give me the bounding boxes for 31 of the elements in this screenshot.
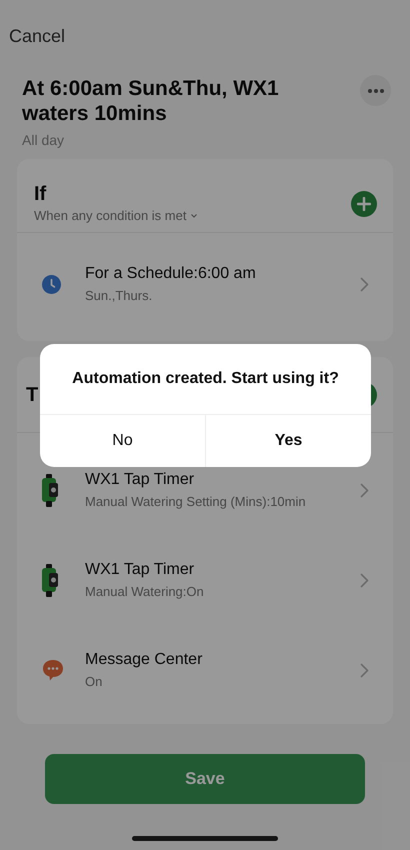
rule-detail: Sun.,Thurs. [85, 286, 154, 304]
rule-detail: Manual Watering:On [85, 582, 205, 601]
rule-row[interactable]: Message Center On [17, 625, 393, 715]
plus-icon [357, 196, 371, 210]
rule-title: For a Schedule:6:00 am [85, 264, 257, 284]
cancel-button[interactable]: Cancel [9, 25, 66, 47]
more-button[interactable] [360, 75, 391, 106]
tap-timer-icon [42, 564, 59, 596]
add-button[interactable] [351, 190, 377, 216]
rule-detail: On [85, 672, 104, 690]
tap-timer-icon [42, 474, 59, 506]
rule-title: WX1 Tap Timer [85, 470, 196, 490]
dialog-message: Automation created. Start using it? [72, 369, 339, 389]
automation-title: At 6:00am Sun&Thu, WX1 waters 10mins [22, 76, 280, 126]
chevron-icon [360, 276, 369, 292]
rule-title: Message Center [85, 650, 204, 670]
rule-title: WX1 Tap Timer [85, 560, 196, 580]
more-icon [368, 88, 384, 92]
clock-icon [42, 274, 61, 294]
section-title: If [34, 182, 48, 206]
rule-detail: Manual Watering Setting (Mins):10min [85, 492, 307, 511]
section-title: T [26, 382, 38, 406]
chevron-icon [360, 572, 369, 588]
chat-bubble-icon [42, 659, 64, 681]
chevron-icon [360, 662, 369, 678]
rule-row[interactable]: For a Schedule:6:00 am Sun.,Thurs. [17, 233, 393, 335]
dialog-button[interactable]: Yes [205, 415, 371, 467]
rule-row[interactable]: WX1 Tap Timer Manual Watering:On [17, 535, 393, 625]
caret-icon [191, 214, 198, 218]
automation-subtitle: All day [21, 131, 66, 149]
chevron-icon [360, 482, 369, 498]
